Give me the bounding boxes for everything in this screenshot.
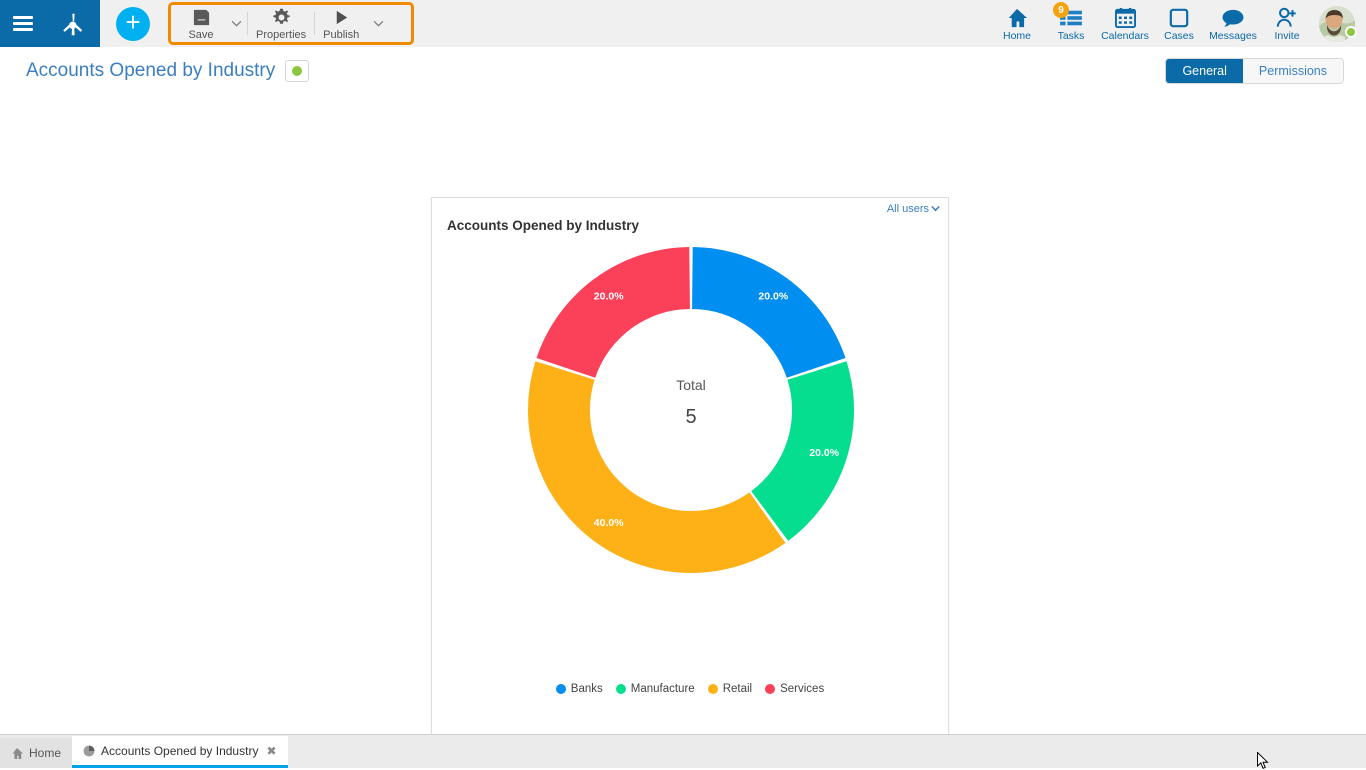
taskbar-tab-chart[interactable]: Accounts Opened by Industry ✖ [72,736,288,768]
all-users-filter[interactable]: All users [887,203,940,215]
tasks-badge: 9 [1053,2,1069,18]
page-title: Accounts Opened by Industry [26,60,275,82]
properties-label: Properties [256,29,306,41]
donut-slice-retail[interactable] [528,361,785,573]
status-badge[interactable] [285,60,309,82]
play-icon [332,8,351,27]
nav-label-calendars: Calendars [1101,30,1149,42]
save-label: Save [188,29,213,41]
nav-item-invite[interactable]: Invite [1260,0,1314,47]
slice-label-manufacture: 20.0% [809,447,839,459]
legend-item-banks[interactable]: Banks [556,683,603,695]
gear-icon [272,8,291,27]
add-button-area: + [100,0,166,47]
view-tabs: General Permissions [1165,58,1344,84]
donut-svg[interactable]: 20.0% 20.0% 40.0% 20.0% Total 5 [481,230,901,590]
taskbar-tab-home-label: Home [29,746,61,760]
calendar-icon [1115,6,1136,28]
nav-label-invite: Invite [1274,30,1299,42]
publish-button[interactable]: Publish [315,5,367,42]
header-spacer [414,0,990,47]
nav-label-messages: Messages [1209,30,1257,42]
nav-label-cases: Cases [1164,30,1194,42]
header-nav: Home 9 Tasks [990,0,1366,47]
nav-label-home: Home [1003,30,1031,42]
designer-canvas: All users Accounts Opened by Industry 20… [0,94,1366,734]
legend-dot-manufacture [616,684,626,694]
donut-slice-banks[interactable] [692,247,845,378]
nav-item-cases[interactable]: Cases [1152,0,1206,47]
cases-icon [1169,6,1189,28]
add-button[interactable]: + [116,7,150,41]
properties-button[interactable]: Properties [248,5,314,42]
legend-label-services: Services [780,683,824,695]
home-icon [1006,6,1028,28]
save-button[interactable]: Save [177,5,225,42]
nav-item-calendars[interactable]: Calendars [1098,0,1152,47]
message-icon [1222,6,1244,28]
avatar[interactable] [1314,6,1360,42]
tab-general[interactable]: General [1166,59,1242,83]
taskbar-tab-chart-label: Accounts Opened by Industry [101,744,258,758]
chart-legend: Banks Manufacture Retail Services [432,683,948,695]
save-icon [192,8,211,27]
donut-center-value: 5 [685,406,696,428]
publish-dropdown-caret[interactable] [367,5,389,42]
app-logo-icon[interactable] [58,9,88,39]
legend-label-manufacture: Manufacture [631,683,695,695]
publish-label: Publish [323,29,359,41]
close-icon[interactable]: ✖ [266,744,276,758]
home-small-icon [11,748,23,759]
legend-dot-banks [556,684,566,694]
legend-label-retail: Retail [723,683,752,695]
chart-widget-card: All users Accounts Opened by Industry 20… [431,197,949,747]
legend-item-manufacture[interactable]: Manufacture [616,683,695,695]
slice-label-banks: 20.0% [758,290,788,302]
nav-item-tasks[interactable]: 9 Tasks [1044,0,1098,47]
legend-item-services[interactable]: Services [765,683,824,695]
nav-item-messages[interactable]: Messages [1206,0,1260,47]
taskbar: Home Accounts Opened by Industry ✖ [0,734,1366,768]
avatar-status-dot [1345,26,1357,38]
hamburger-icon[interactable] [13,16,33,31]
slice-label-services: 20.0% [594,290,624,302]
donut-center-label: Total [676,377,706,393]
mouse-cursor [1257,752,1269,770]
chevron-down-icon [931,206,940,212]
save-dropdown-caret[interactable] [225,5,247,42]
top-header: + Save Properties [0,0,1366,47]
title-row: Accounts Opened by Industry General Perm… [0,47,1366,94]
legend-label-banks: Banks [571,683,603,695]
status-dot [292,66,302,76]
brand-area [0,0,100,47]
slice-label-retail: 40.0% [594,517,624,529]
legend-dot-services [765,684,775,694]
legend-dot-retail [708,684,718,694]
tab-permissions[interactable]: Permissions [1243,59,1343,83]
taskbar-tab-home[interactable]: Home [0,738,72,768]
nav-label-tasks: Tasks [1058,30,1085,42]
nav-item-home[interactable]: Home [990,0,1044,47]
all-users-label: All users [887,203,929,215]
legend-item-retail[interactable]: Retail [708,683,752,695]
toolbar-highlighted-group: Save Properties Publish [168,2,414,45]
chart-small-icon [83,745,95,757]
donut-slice-services[interactable] [537,247,690,378]
invite-user-icon [1276,6,1298,28]
donut-chart: 20.0% 20.0% 40.0% 20.0% Total 5 [432,230,950,590]
